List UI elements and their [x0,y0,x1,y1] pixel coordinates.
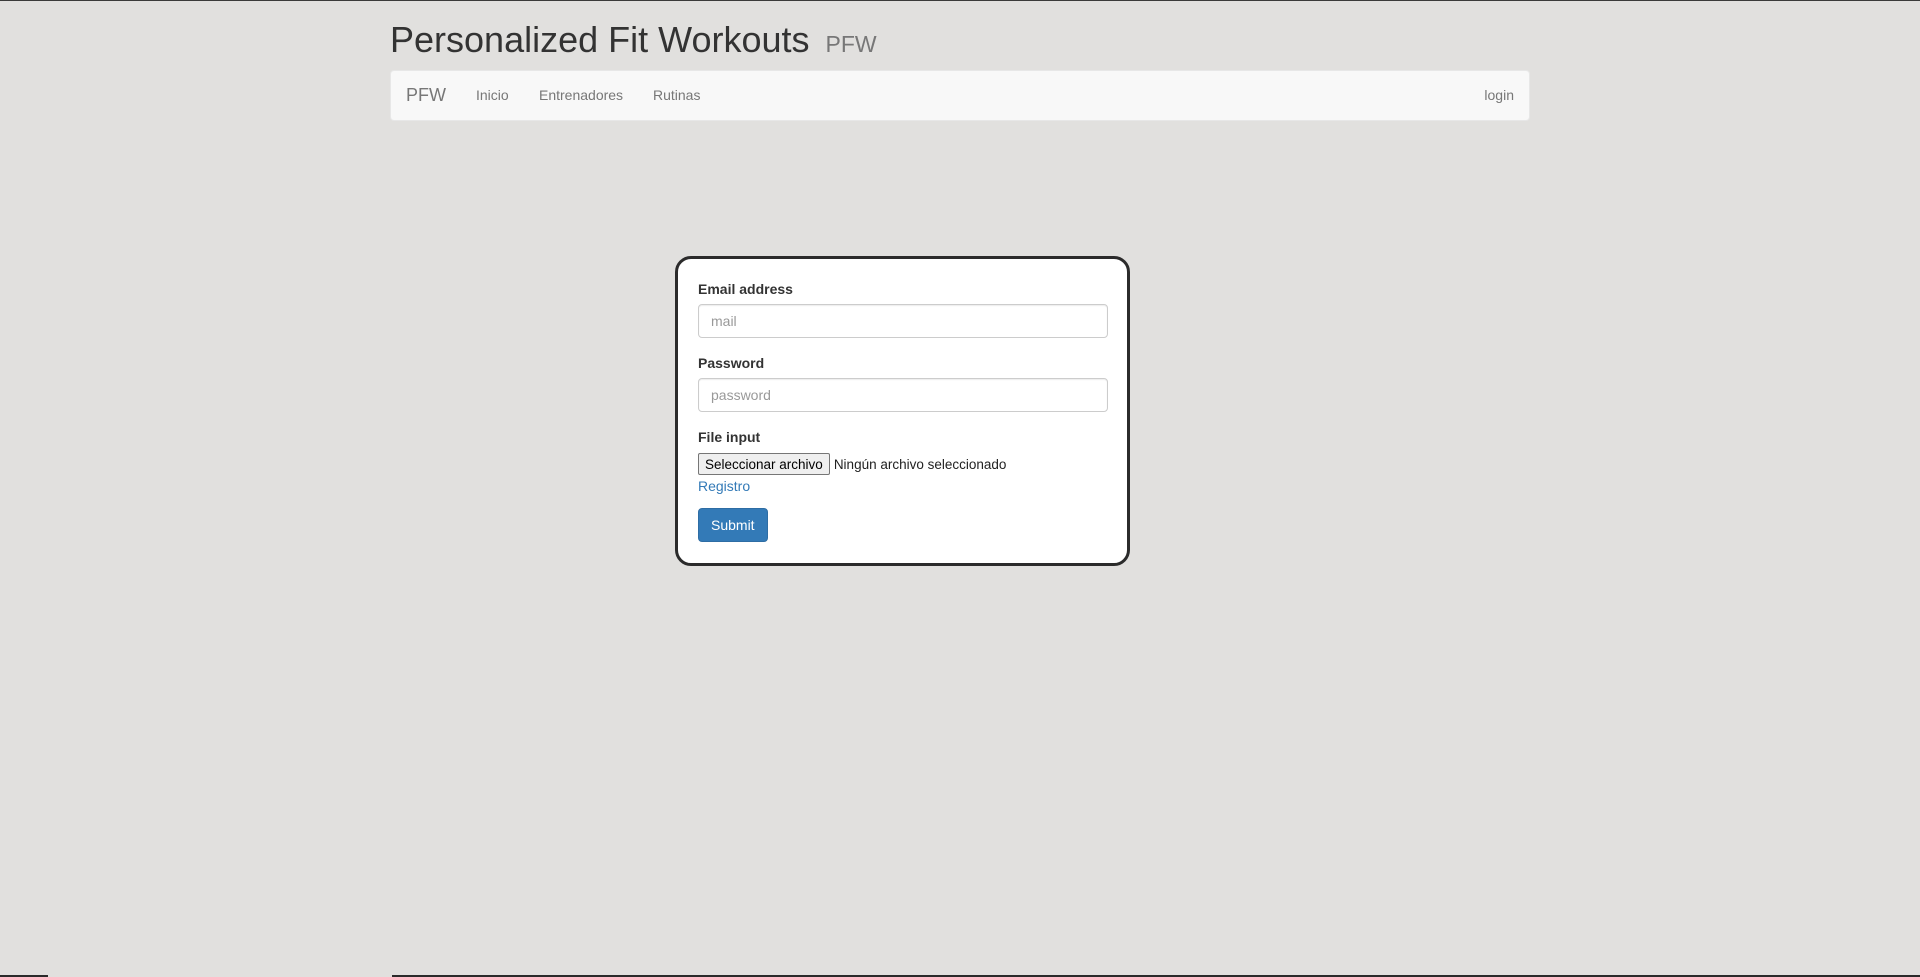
file-input-label: File input [698,429,761,445]
page-header: Personalized Fit Workouts PFW [390,18,1530,62]
email-label: Email address [698,281,793,297]
site-title: Personalized Fit Workouts PFW [390,18,1530,66]
nav-link-inicio[interactable]: Inicio [476,71,509,120]
nav-link-entrenadores[interactable]: Entrenadores [539,71,623,120]
register-link[interactable]: Registro [698,477,750,495]
file-status-text: Ningún archivo seleccionado [833,456,1007,472]
site-title-text: Personalized Fit Workouts [390,19,810,60]
email-field[interactable] [698,304,1108,338]
file-input: Seleccionar archivo Ningún archivo selec… [698,453,1006,475]
submit-button[interactable]: Submit [698,508,768,542]
nav-link-login[interactable]: login [1484,71,1514,120]
navbar: PFW Inicio Entrenadores Rutinas login [390,70,1530,121]
file-select-button[interactable]: Seleccionar archivo [698,453,830,475]
nav-link-rutinas[interactable]: Rutinas [653,71,700,120]
navbar-brand[interactable]: PFW [406,71,446,120]
password-label: Password [698,355,765,371]
window-top-border [0,0,1920,1]
password-field[interactable] [698,378,1108,412]
site-subtitle: PFW [825,31,877,57]
login-form: Email address Password File input Selecc… [675,256,1130,566]
